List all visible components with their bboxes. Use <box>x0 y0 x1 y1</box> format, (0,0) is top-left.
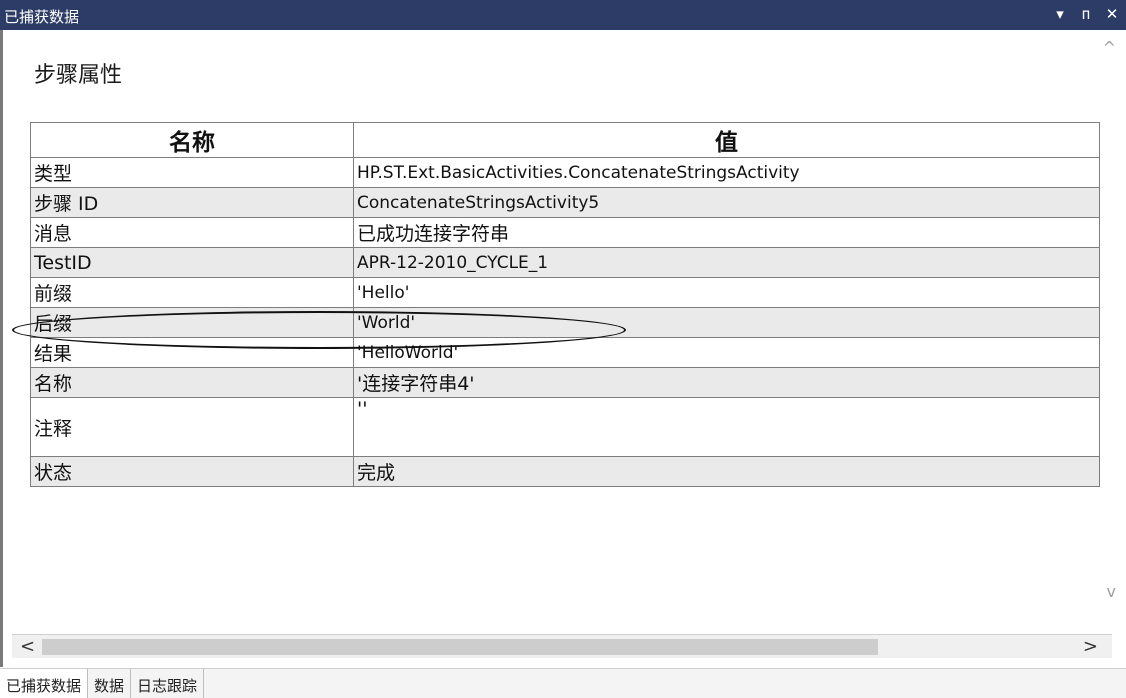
table-row[interactable]: 后缀 'World' <box>30 307 1100 338</box>
row-value: 'HelloWorld' <box>353 337 1100 368</box>
horizontal-scrollbar[interactable]: < > <box>12 634 1112 658</box>
table-row[interactable]: 消息 已成功连接字符串 <box>30 217 1100 248</box>
panel-titlebar: 已捕获数据 ▾ ᴨ ✕ <box>0 0 1126 30</box>
scroll-down-icon[interactable]: v <box>1107 582 1116 601</box>
row-value: '' <box>353 397 1100 457</box>
row-value: HP.ST.Ext.BasicActivities.ConcatenateStr… <box>353 157 1100 188</box>
scroll-left-icon[interactable]: < <box>20 636 35 657</box>
row-name: 类型 <box>30 157 354 188</box>
header-name[interactable]: 名称 <box>30 122 354 158</box>
row-value: ConcatenateStringsActivity5 <box>353 187 1100 218</box>
row-name: 消息 <box>30 217 354 248</box>
tab-captured-data[interactable]: 已捕获数据 <box>0 669 89 698</box>
table-row[interactable]: 结果 'HelloWorld' <box>30 337 1100 368</box>
dropdown-icon[interactable]: ▾ <box>1052 5 1068 23</box>
property-table: 名称 值 类型 HP.ST.Ext.BasicActivities.Concat… <box>30 122 1100 487</box>
row-value: 'Hello' <box>353 277 1100 308</box>
table-row[interactable]: 注释 '' <box>30 397 1100 457</box>
pin-icon[interactable]: ᴨ <box>1078 5 1094 23</box>
row-value: '连接字符串4' <box>353 367 1100 398</box>
table-row[interactable]: 类型 HP.ST.Ext.BasicActivities.Concatenate… <box>30 157 1100 188</box>
panel-title: 已捕获数据 <box>4 8 80 26</box>
scroll-right-icon[interactable]: > <box>1083 636 1098 657</box>
table-row[interactable]: 状态 完成 <box>30 456 1100 487</box>
bottom-tabstrip: 已捕获数据 数据 日志跟踪 <box>0 668 1126 698</box>
row-value: 'World' <box>353 307 1100 338</box>
row-name: 状态 <box>30 456 354 487</box>
row-name: 名称 <box>30 367 354 398</box>
row-name: 结果 <box>30 337 354 368</box>
row-name: TestID <box>30 247 354 278</box>
scroll-up-icon[interactable]: ^ <box>1103 38 1116 57</box>
row-name: 步骤 ID <box>30 187 354 218</box>
header-value[interactable]: 值 <box>353 122 1100 158</box>
tab-data[interactable]: 数据 <box>88 669 132 698</box>
close-icon[interactable]: ✕ <box>1104 5 1120 23</box>
table-row[interactable]: 前缀 'Hello' <box>30 277 1100 308</box>
table-header-row: 名称 值 <box>30 122 1100 158</box>
row-value: 已成功连接字符串 <box>353 217 1100 248</box>
table-row[interactable]: TestID APR-12-2010_CYCLE_1 <box>30 247 1100 278</box>
row-value: 完成 <box>353 456 1100 487</box>
row-value: APR-12-2010_CYCLE_1 <box>353 247 1100 278</box>
row-name: 前缀 <box>30 277 354 308</box>
row-name: 后缀 <box>30 307 354 338</box>
section-title: 步骤属性 <box>34 63 123 88</box>
table-row[interactable]: 名称 '连接字符串4' <box>30 367 1100 398</box>
tab-log-trace[interactable]: 日志跟踪 <box>131 669 205 698</box>
row-name: 注释 <box>30 397 354 457</box>
scrollbar-thumb[interactable] <box>42 639 878 655</box>
table-row[interactable]: 步骤 ID ConcatenateStringsActivity5 <box>30 187 1100 218</box>
